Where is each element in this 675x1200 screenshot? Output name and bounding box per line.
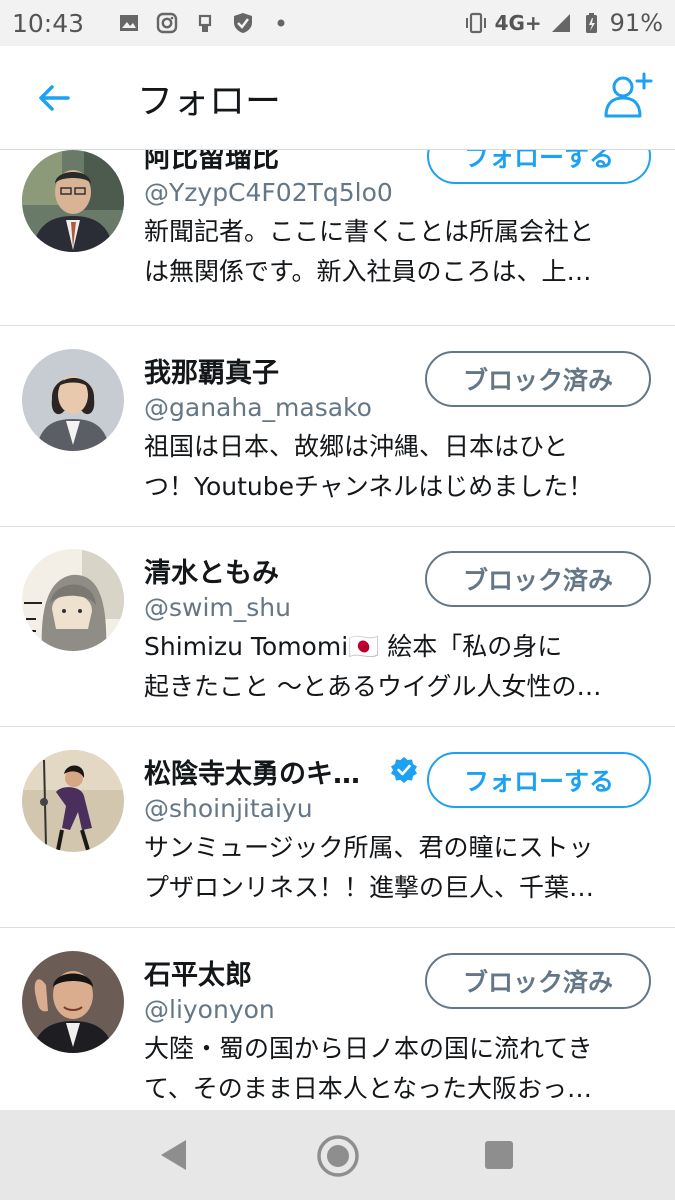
arrow-left-icon[interactable] xyxy=(34,78,74,118)
follow-button[interactable]: フォローする xyxy=(427,752,651,808)
verified-badge-icon xyxy=(391,757,417,783)
user-name: 松陰寺太勇のキ… xyxy=(144,759,360,790)
avatar[interactable] xyxy=(22,549,124,651)
network-type: 4G+ xyxy=(494,11,542,35)
nav-back-icon[interactable] xyxy=(158,1138,188,1172)
avatar[interactable] xyxy=(22,750,124,852)
bio-line: 祖国は日本、故郷は沖縄、日本はひと xyxy=(144,432,569,461)
blocked-button[interactable]: ブロック済み xyxy=(425,953,651,1009)
vibrate-icon xyxy=(465,12,486,34)
bio-line: は無関係です。新入社員のころは、上… xyxy=(144,257,592,286)
bio-line: プザロンリネス！！進撃の巨人、千葉… xyxy=(144,873,595,902)
follow-button[interactable]: フォローする xyxy=(427,150,651,184)
nav-recents-icon[interactable] xyxy=(484,1140,514,1170)
avatar[interactable] xyxy=(22,951,124,1053)
bio-line: サンミュージック所属、君の瞳にストッ xyxy=(144,833,594,862)
status-time: 10:43 xyxy=(12,8,85,38)
add-user-icon[interactable] xyxy=(603,70,653,122)
shield-icon xyxy=(234,13,253,33)
user-handle: @shoinjitaiyu xyxy=(144,794,313,823)
instagram-icon xyxy=(156,12,178,34)
user-bio: 新聞記者。ここに書くことは所属会社と は無関係です。新入社員のころは、上… xyxy=(144,212,654,292)
status-bar: 10:43 4G+ 91% xyxy=(0,0,675,46)
user-handle: @liyonyon xyxy=(144,995,275,1024)
user-bio: 祖国は日本、故郷は沖縄、日本はひと つ！Youtubeチャンネルはじめました！ xyxy=(144,427,654,507)
user-name: 清水ともみ xyxy=(144,558,279,589)
bio-line: て、そのまま日本人となった大阪おっ… xyxy=(144,1074,593,1103)
bio-line: 起きたこと ～とあるウイグル人女性の… xyxy=(144,672,602,701)
list-item[interactable]: 清水ともみ @swim_shu Shimizu Tomomi🇯🇵 絵本「私の身に… xyxy=(0,527,675,727)
dot-icon xyxy=(277,19,285,27)
battery-percentage: 91% xyxy=(609,9,663,37)
bio-line: 大陸・蜀の国から日ノ本の国に流れてき xyxy=(144,1034,593,1063)
list-item[interactable]: 石平太郎 @liyonyon 大陸・蜀の国から日ノ本の国に流れてき て、そのまま… xyxy=(0,929,675,1110)
avatar[interactable] xyxy=(22,349,124,451)
page-title: フォロー xyxy=(137,81,282,122)
blocked-button[interactable]: ブロック済み xyxy=(425,551,651,607)
bio-line: つ！Youtubeチャンネルはじめました！ xyxy=(144,472,594,501)
avatar[interactable] xyxy=(22,150,124,252)
user-handle: @swim_shu xyxy=(144,593,291,622)
gallery-icon xyxy=(120,15,139,31)
blocked-button[interactable]: ブロック済み xyxy=(425,351,651,407)
list-item[interactable]: 我那覇真子 @ganaha_masako 祖国は日本、故郷は沖縄、日本はひと つ… xyxy=(0,327,675,527)
list-item[interactable]: 阿比留瑠比 @YzypC4F02Tq5lo0 新聞記者。ここに書くことは所属会社… xyxy=(0,150,675,326)
bio-line: Shimizu Tomomi🇯🇵 絵本「私の身に xyxy=(144,632,563,661)
battery-icon xyxy=(585,13,597,33)
nav-home-icon[interactable] xyxy=(316,1134,360,1178)
user-handle: @YzypC4F02Tq5lo0 xyxy=(144,178,393,207)
signal-icon xyxy=(551,14,570,32)
usb-icon xyxy=(198,14,212,32)
user-bio: サンミュージック所属、君の瞳にストッ プザロンリネス！！進撃の巨人、千葉… xyxy=(144,828,654,908)
user-name: 阿比留瑠比 xyxy=(144,150,279,174)
user-name: 我那覇真子 xyxy=(144,358,279,389)
list-item[interactable]: 松陰寺太勇のキ… @shoinjitaiyu サンミュージック所属、君の瞳にスト… xyxy=(0,728,675,928)
user-bio: 大陸・蜀の国から日ノ本の国に流れてき て、そのまま日本人となった大阪おっ… xyxy=(144,1029,654,1109)
following-list: 阿比留瑠比 @YzypC4F02Tq5lo0 新聞記者。ここに書くことは所属会社… xyxy=(0,150,675,1110)
bio-line: 新聞記者。ここに書くことは所属会社と xyxy=(144,217,595,246)
user-bio: Shimizu Tomomi🇯🇵 絵本「私の身に 起きたこと ～とあるウイグル人… xyxy=(144,627,654,707)
system-nav-bar xyxy=(0,1110,675,1200)
user-handle: @ganaha_masako xyxy=(144,393,372,422)
user-name: 石平太郎 xyxy=(144,960,252,991)
app-header: フォロー xyxy=(0,46,675,150)
